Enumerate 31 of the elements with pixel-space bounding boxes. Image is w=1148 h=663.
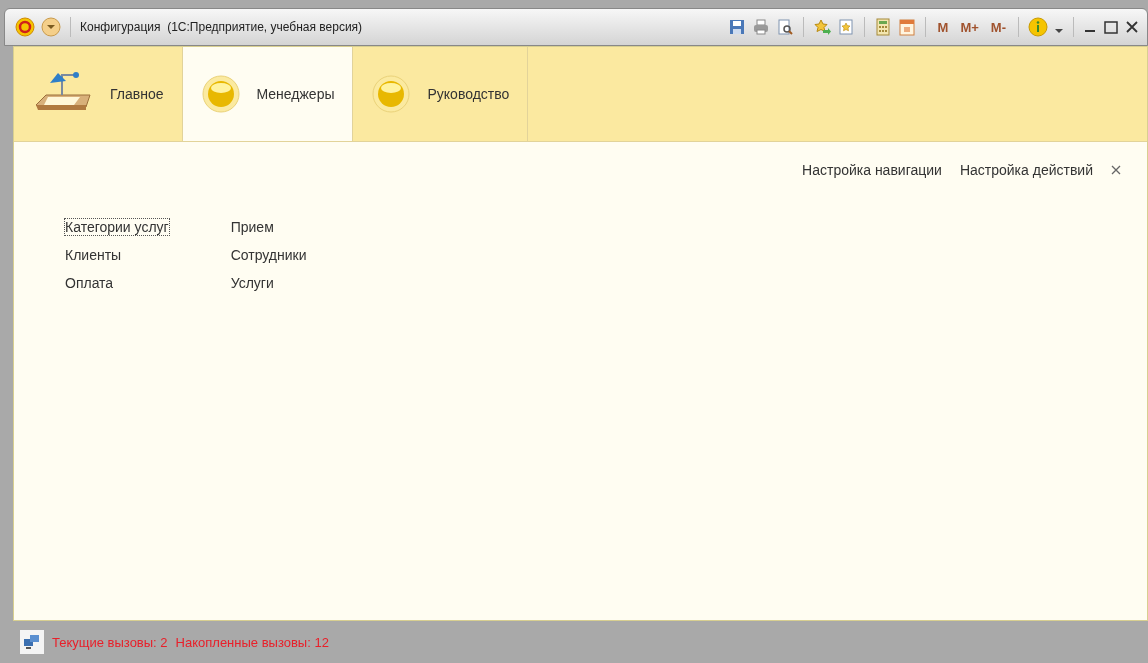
section-tab[interactable]: Главное [14,47,183,141]
navigation-link[interactable]: Сотрудники [229,246,308,264]
menu-icon[interactable] [41,17,61,37]
navigation-link[interactable]: Оплата [64,274,115,292]
status-text: Текущие вызовы: 2 [52,634,168,650]
printer-icon[interactable] [751,18,770,36]
memory-button[interactable]: M+ [957,19,982,35]
section-tab[interactable]: Руководство [353,47,529,141]
orb-icon [371,74,412,114]
info-icon[interactable] [1028,17,1048,37]
maximize-icon[interactable] [1103,18,1119,36]
memory-button[interactable]: M- [987,19,1009,35]
save-icon[interactable] [727,18,746,36]
network-icon[interactable] [20,630,44,654]
settings-link[interactable]: Настройка действий [959,162,1093,178]
navigation-link[interactable]: Прием [229,218,275,236]
status-text: Накопленные вызовы: 12 [175,634,329,650]
navigation-link[interactable]: Услуги [229,274,275,292]
section-tab[interactable]: Менеджеры [182,47,354,141]
star-arrow-icon[interactable] [812,18,831,36]
settings-link[interactable]: Настройка навигации [802,162,942,178]
orb-icon [200,74,241,114]
navigation-link[interactable]: Категории услуг [64,218,170,236]
logo-icon[interactable] [15,17,35,37]
close-icon[interactable] [1111,165,1121,175]
calendar-icon[interactable] [897,18,916,36]
preview-icon[interactable] [775,18,794,36]
calculator-icon[interactable] [873,18,892,36]
navigation-link[interactable]: Клиенты [64,246,123,264]
window-title: Конфигурация (1С:Предприятие, учебная версия) [80,20,363,34]
memory-button[interactable]: M [934,19,952,35]
